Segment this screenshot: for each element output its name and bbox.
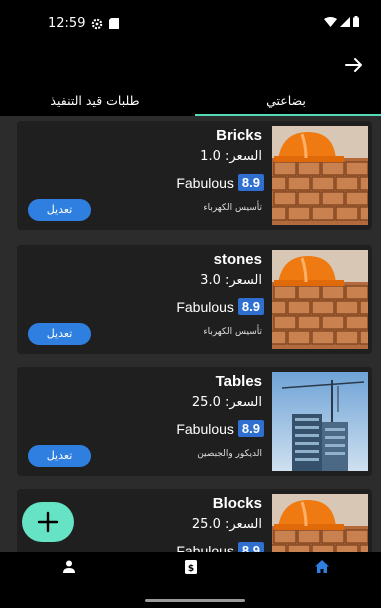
rating-text: Fabulous — [176, 542, 234, 553]
product-list[interactable]: Bricks السعر: 1.0 Fabulous 8.9 تأسيس الك… — [0, 116, 381, 552]
product-title: stones — [213, 251, 262, 268]
product-title: Blocks — [212, 495, 262, 512]
status-bar: 12:59 — [0, 0, 381, 46]
product-price: السعر: 25.0 — [191, 395, 262, 410]
rating-badge: 8.9 — [237, 420, 264, 437]
rating-text: Fabulous — [176, 420, 234, 437]
rating-text: Fabulous — [176, 298, 234, 315]
rating-text: Fabulous — [176, 174, 234, 191]
wifi-icon — [324, 16, 337, 27]
tab-bar: بضاعتي طلبات قيد التنفيذ — [0, 90, 381, 116]
arrow-forward-icon[interactable] — [343, 54, 365, 76]
sd-card-icon — [109, 18, 120, 29]
rating-row: Fabulous 8.9 — [176, 298, 264, 315]
signal-icon — [340, 16, 350, 27]
edit-button[interactable]: تعديل — [28, 323, 91, 345]
product-price: السعر: 3.0 — [200, 273, 262, 288]
rating-badge: 8.9 — [237, 298, 264, 315]
edit-button[interactable]: تعديل — [28, 199, 91, 221]
svg-text:$: $ — [188, 564, 194, 574]
tab-pending-orders-label: طلبات قيد التنفيذ — [50, 93, 140, 108]
product-card[interactable]: Tables السعر: 25.0 Fabulous 8.9 الديكور … — [17, 367, 372, 476]
product-category: تأسيس الكهرباء — [203, 327, 262, 337]
product-card[interactable]: stones السعر: 3.0 Fabulous 8.9 تأسيس الك… — [17, 245, 372, 354]
plus-icon — [37, 511, 59, 533]
product-image-construction — [272, 372, 368, 471]
rating-row: Fabulous 8.9 — [176, 420, 264, 437]
product-image-bricks — [272, 250, 368, 349]
tab-my-goods-label: بضاعتي — [266, 93, 306, 108]
tab-my-goods[interactable]: بضاعتي — [191, 90, 381, 116]
product-title: Tables — [215, 373, 262, 390]
add-product-button[interactable] — [22, 502, 74, 542]
edit-button[interactable]: تعديل — [28, 445, 91, 467]
product-card[interactable]: Bricks السعر: 1.0 Fabulous 8.9 تأسيس الك… — [17, 121, 372, 230]
bottom-nav: $ — [0, 552, 381, 608]
product-image-bricks — [272, 494, 368, 552]
battery-icon — [353, 16, 359, 27]
product-image-bricks — [272, 126, 368, 225]
product-category: الديكور والجبصين — [197, 449, 262, 459]
home-indicator — [145, 599, 245, 602]
home-icon[interactable] — [313, 558, 331, 576]
product-category: تأسيس الكهرباء — [203, 203, 262, 213]
rating-row: Fabulous 8.9 — [176, 174, 264, 191]
product-price: السعر: 1.0 — [200, 149, 262, 164]
person-icon[interactable] — [60, 558, 78, 576]
settings-gear-icon — [92, 18, 103, 29]
receipt-icon[interactable]: $ — [182, 558, 200, 576]
rating-badge: 8.9 — [237, 542, 264, 552]
product-price: السعر: 25.0 — [191, 517, 262, 532]
status-time: 12:59 — [48, 16, 86, 31]
product-title: Bricks — [216, 127, 262, 144]
tab-pending-orders[interactable]: طلبات قيد التنفيذ — [0, 90, 190, 116]
rating-row: Fabulous 8.9 — [176, 542, 264, 552]
rating-badge: 8.9 — [237, 174, 264, 191]
app-bar — [0, 46, 381, 90]
